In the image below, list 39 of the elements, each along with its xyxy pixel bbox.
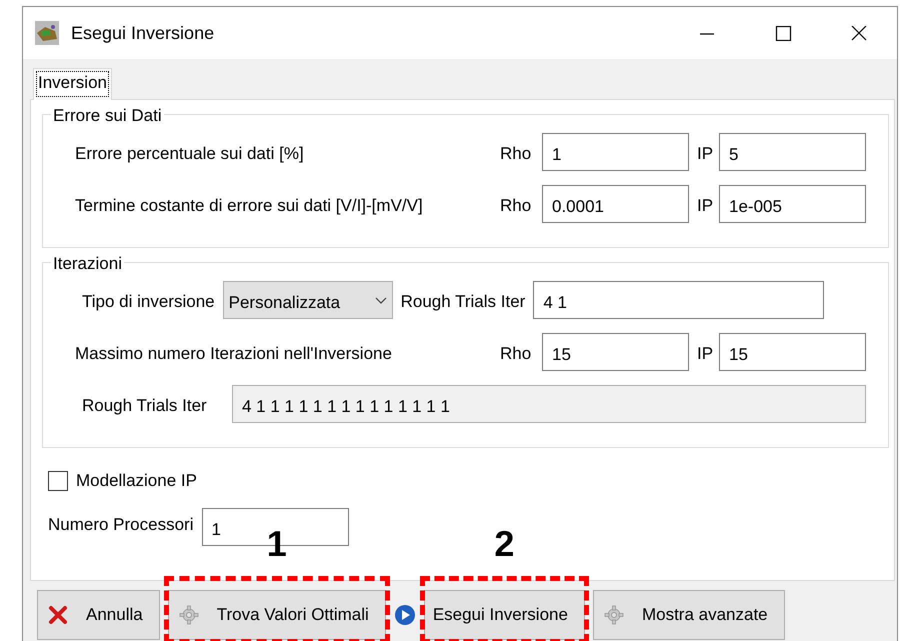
field-label: IP (697, 343, 714, 365)
field-label: Massimo numero Iterazioni nell'Inversione (75, 343, 393, 365)
app-icon (35, 21, 59, 45)
text-field[interactable]: 1 (542, 133, 689, 171)
close-icon[interactable] (850, 26, 868, 40)
field-label: IP (697, 195, 714, 217)
gear-icon (178, 605, 199, 625)
field-label: Rough Trials Iter (82, 395, 208, 417)
text-field[interactable]: 4 1 (533, 281, 824, 319)
checkbox[interactable] (48, 470, 68, 491)
play-icon (394, 604, 416, 626)
text-field[interactable]: 15 (719, 333, 866, 371)
maximize-icon[interactable] (774, 26, 792, 40)
window-title: Esegui Inversione (71, 22, 214, 45)
checkbox-label: Modellazione IP (76, 470, 197, 492)
field-label: IP (697, 143, 714, 165)
chevron-icon (374, 297, 387, 305)
field-label: Rho (500, 143, 532, 165)
field-label: Termine costante di errore sui dati [V/I]-[mV/V] (75, 195, 424, 217)
button[interactable]: Esegui Inversione (424, 590, 585, 640)
cross-icon (48, 605, 68, 625)
text-field[interactable]: 15 (542, 333, 689, 371)
readonly-field: 4 1 1 1 1 1 1 1 1 1 1 1 1 1 1 (232, 385, 866, 423)
field-label: Tipo di inversione (82, 291, 215, 313)
field-label: Rough Trials Iter (400, 291, 526, 313)
gear-icon (604, 605, 624, 625)
tab[interactable]: Inversion (33, 68, 112, 100)
field-label: Rho (500, 195, 532, 217)
text-field[interactable]: 5 (719, 133, 866, 171)
field-label: Errore percentuale sui dati [%] (75, 143, 305, 165)
annotation-number: 2 (494, 524, 514, 564)
text-field[interactable]: 0.0001 (542, 185, 689, 223)
dropdown[interactable]: Personalizzata (222, 281, 393, 319)
button[interactable]: Annulla (37, 590, 160, 640)
button[interactable]: Trova Valori Ottimali (168, 590, 386, 640)
field-label: Rho (500, 343, 532, 365)
button[interactable]: Mostra avanzate (592, 590, 785, 640)
text-field[interactable]: 1e-005 (719, 185, 866, 223)
field-label: Numero Processori (48, 514, 194, 536)
